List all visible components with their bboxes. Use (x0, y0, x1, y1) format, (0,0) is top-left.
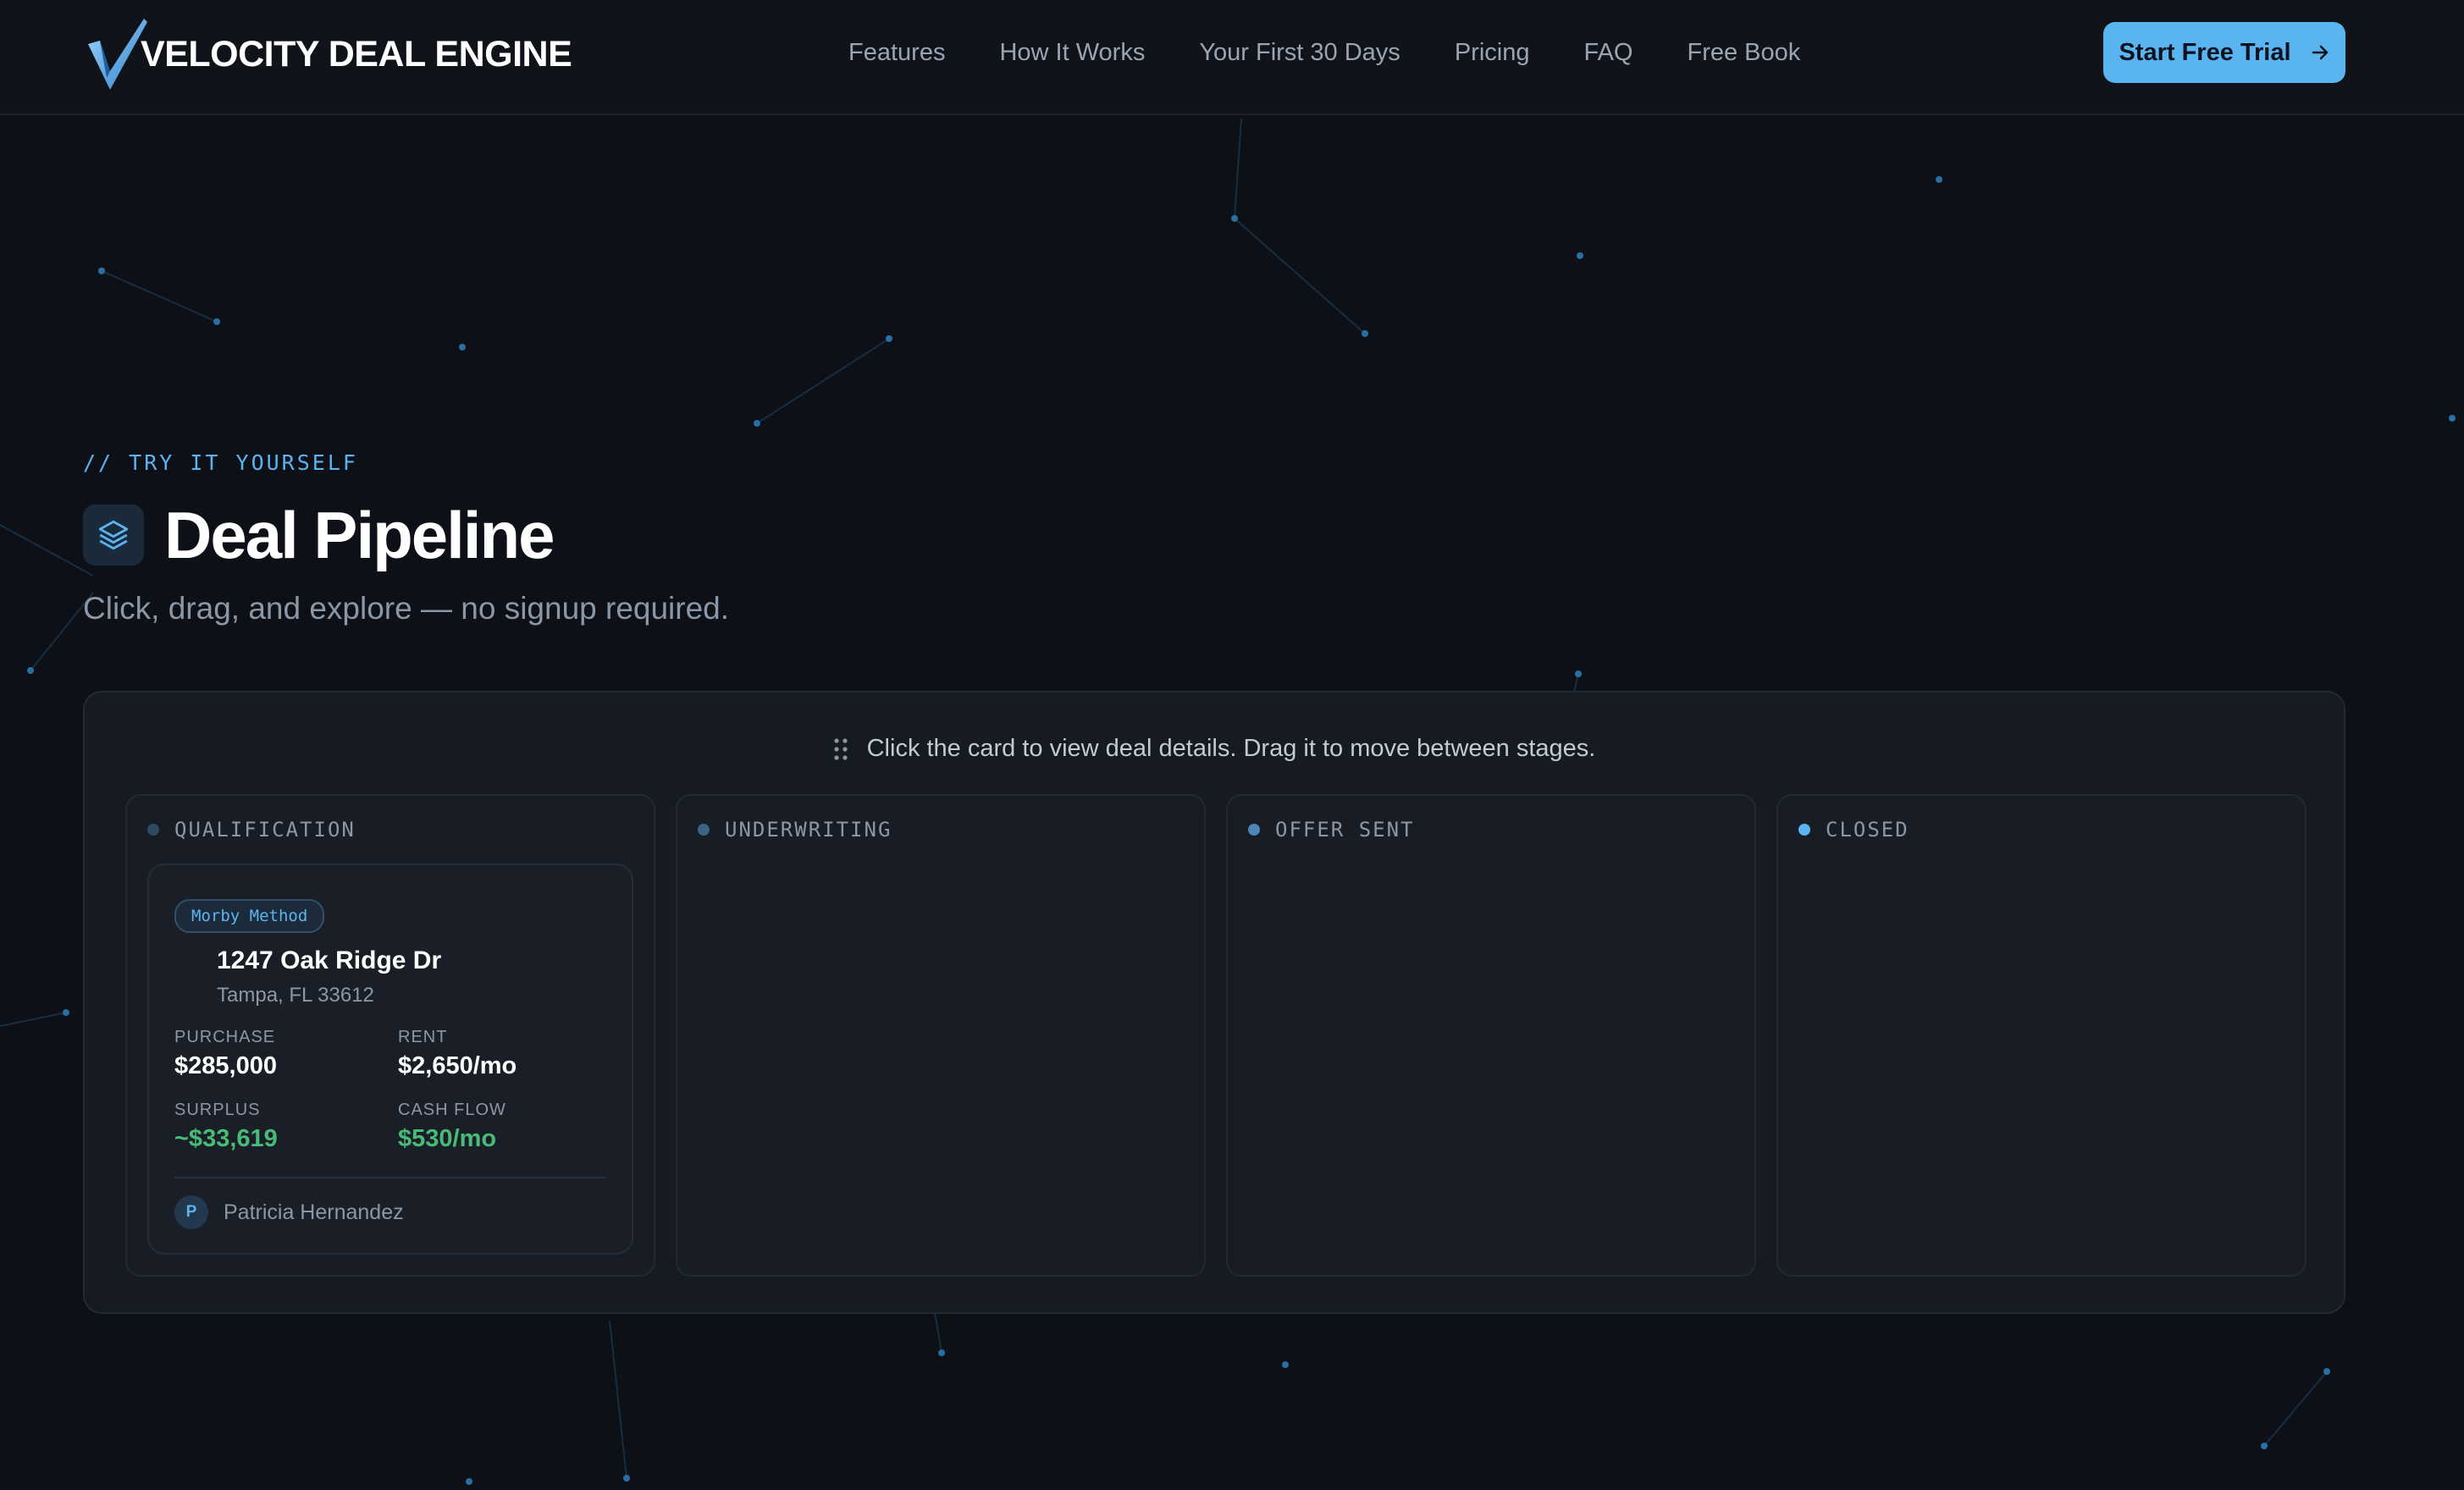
column-header: OFFER SENT (1248, 818, 1415, 842)
surplus-label: SURPLUS (174, 1101, 261, 1119)
board-hint: Click the card to view deal details. Dra… (85, 735, 2344, 763)
metric-cash-flow: CASH FLOW $530/mo (398, 1101, 506, 1153)
cash-flow-label: CASH FLOW (398, 1101, 506, 1119)
column-underwriting[interactable]: UNDERWRITING (676, 794, 1206, 1277)
section-subtitle: Click, drag, and explore — no signup req… (83, 591, 730, 626)
nav-link-pricing[interactable]: Pricing (1455, 34, 1530, 71)
rent-value: $2,650/mo (398, 1052, 517, 1079)
avatar: P (174, 1195, 208, 1229)
section-title-row: Deal Pipeline (83, 498, 555, 572)
card-divider (174, 1177, 606, 1178)
surplus-value: ~$33,619 (174, 1125, 278, 1152)
deal-card[interactable]: Morby Method 1247 Oak Ridge Dr Tampa, FL… (147, 864, 633, 1255)
owner-name: Patricia Hernandez (224, 1200, 404, 1224)
layers-icon-box (83, 505, 144, 566)
start-free-trial-button[interactable]: Start Free Trial (2103, 22, 2345, 83)
brand-name: VELOCITY DEAL ENGINE (141, 33, 572, 74)
purchase-value: $285,000 (174, 1052, 277, 1079)
board-hint-text: Click the card to view deal details. Dra… (866, 735, 1596, 762)
column-label: UNDERWRITING (725, 818, 892, 842)
nav-link-how-it-works[interactable]: How It Works (999, 34, 1145, 71)
deal-address: 1247 Oak Ridge Dr (217, 946, 442, 974)
deal-city: Tampa, FL 33612 (217, 984, 374, 1007)
column-label: QUALIFICATION (174, 818, 356, 842)
rent-label: RENT (398, 1028, 448, 1046)
strategy-badge: Morby Method (174, 899, 325, 933)
column-closed[interactable]: CLOSED (1776, 794, 2307, 1277)
column-header: UNDERWRITING (698, 818, 892, 842)
nav-links: Features How It Works Your First 30 Days… (848, 34, 1854, 71)
layers-icon (98, 520, 129, 550)
purchase-label: PURCHASE (174, 1028, 276, 1046)
nav-link-features[interactable]: Features (848, 34, 945, 71)
stage-dot (1248, 824, 1260, 836)
arrow-right-icon (2312, 45, 2328, 60)
metric-surplus: SURPLUS ~$33,619 (174, 1101, 278, 1153)
cash-flow-value: $530/mo (398, 1125, 497, 1152)
nav-link-faq[interactable]: FAQ (1583, 34, 1633, 71)
start-free-trial-label: Start Free Trial (2119, 38, 2291, 66)
brand-logo-link[interactable]: VELOCITY DEAL ENGINE (85, 15, 572, 93)
top-navigation: VELOCITY DEAL ENGINE Features How It Wor… (0, 0, 2464, 115)
column-label: OFFER SENT (1275, 818, 1415, 842)
metric-rent: RENT $2,650/mo (398, 1028, 517, 1080)
stage-dot (147, 824, 159, 836)
metric-purchase: PURCHASE $285,000 (174, 1028, 277, 1080)
column-label: CLOSED (1826, 818, 1909, 842)
stage-dot (1798, 824, 1810, 836)
drag-handle-icon (834, 737, 848, 760)
column-header: CLOSED (1798, 818, 1909, 842)
column-offer-sent[interactable]: OFFER SENT (1226, 794, 1756, 1277)
nav-link-first-30-days[interactable]: Your First 30 Days (1199, 34, 1400, 71)
nav-link-free-book[interactable]: Free Book (1687, 34, 1800, 71)
page-title: Deal Pipeline (164, 498, 555, 572)
column-qualification[interactable]: QUALIFICATION Morby Method 1247 Oak Ridg… (125, 794, 655, 1277)
column-header: QUALIFICATION (147, 818, 356, 842)
deal-pipeline-board: Click the card to view deal details. Dra… (83, 691, 2345, 1314)
deal-owner: P Patricia Hernandez (174, 1195, 404, 1229)
stage-dot (698, 824, 710, 836)
section-eyebrow: // TRY IT YOURSELF (83, 450, 358, 475)
